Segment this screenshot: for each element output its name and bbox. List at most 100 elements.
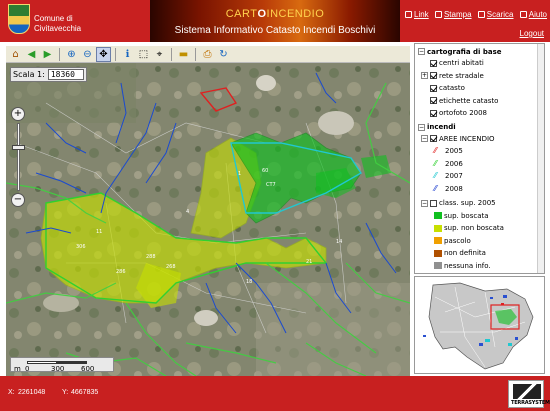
layer-panel: − cartografia di base centri abitati + r… bbox=[414, 43, 545, 274]
toolbar-divider bbox=[115, 47, 116, 61]
layer-item[interactable]: + rete stradale bbox=[418, 70, 535, 83]
home-icon[interactable]: ⌂ bbox=[8, 47, 23, 62]
collapse-icon[interactable]: − bbox=[421, 199, 428, 207]
orthophoto-map: 1 60 CT7 11 288 4 306 21 14 286 268 18 bbox=[6, 63, 410, 376]
collapse-icon[interactable]: − bbox=[421, 135, 428, 143]
link-link[interactable]: Link bbox=[405, 10, 429, 19]
svg-text:306: 306 bbox=[76, 244, 86, 250]
comune-crest-icon bbox=[8, 4, 30, 34]
legend-item-nessuna-info: nessuna info. bbox=[418, 260, 535, 273]
layer-checkbox[interactable] bbox=[430, 109, 437, 117]
layer-checkbox[interactable] bbox=[430, 84, 437, 92]
toolbar-divider bbox=[59, 47, 60, 61]
comune-name-line2: Civitavecchia bbox=[34, 24, 82, 33]
toolbar-divider bbox=[195, 47, 196, 61]
help-link[interactable]: Aiuto bbox=[519, 10, 547, 19]
zoom-minus-button[interactable]: − bbox=[11, 193, 25, 207]
brand-logo: CARTOINCENDIO bbox=[225, 8, 325, 20]
line-symbol-icon: ⁄⁄ bbox=[434, 171, 437, 181]
overview-map-image bbox=[415, 277, 544, 373]
color-swatch bbox=[434, 249, 442, 257]
expand-icon[interactable]: + bbox=[421, 72, 428, 80]
header-banner: CARTOINCENDIO Sistema Informativo Catast… bbox=[150, 0, 400, 42]
layer-group-incendi[interactable]: − incendi bbox=[418, 122, 535, 133]
download-icon bbox=[477, 11, 485, 18]
layer-group-base[interactable]: − cartografia di base bbox=[418, 46, 535, 57]
terrasystem-mark-icon bbox=[513, 384, 541, 399]
measure-icon[interactable]: ⌖ bbox=[152, 47, 167, 62]
print-icon bbox=[434, 11, 442, 18]
logout-link[interactable]: Logout bbox=[520, 29, 544, 38]
help-icon bbox=[519, 11, 527, 18]
layer-item[interactable]: − class. sup. 2005 bbox=[418, 197, 535, 210]
layer-checkbox[interactable] bbox=[430, 135, 437, 143]
layer-checkbox[interactable] bbox=[430, 59, 437, 67]
refresh-icon[interactable]: ↻ bbox=[216, 47, 231, 62]
ruler-icon[interactable]: ▬ bbox=[176, 47, 191, 62]
map-scalebar: m 0 300 600 bbox=[10, 357, 114, 373]
zoom-in-icon[interactable]: ⊕ bbox=[64, 47, 79, 62]
header-links: Link Stampa Scarica Aiuto bbox=[405, 10, 547, 19]
panel-scrollbar[interactable] bbox=[537, 44, 544, 273]
legend-item-2007: ⁄⁄ 2007 bbox=[434, 171, 463, 181]
map-canvas[interactable]: 1 60 CT7 11 288 4 306 21 14 286 268 18 Scala 1: … bbox=[6, 63, 410, 376]
print-map-icon[interactable]: ⎙ bbox=[200, 47, 215, 62]
svg-text:60: 60 bbox=[262, 168, 268, 174]
y-coordinate-value: 4667835 bbox=[71, 389, 99, 396]
zoom-slider: + − bbox=[11, 107, 25, 207]
svg-text:CT7: CT7 bbox=[266, 182, 276, 188]
select-icon[interactable]: ⬚ bbox=[136, 47, 151, 62]
svg-text:18: 18 bbox=[246, 279, 252, 285]
scalebar-segment bbox=[27, 361, 57, 364]
line-symbol-icon: ⁄⁄ bbox=[434, 183, 437, 193]
svg-text:1: 1 bbox=[238, 171, 241, 177]
zoom-out-icon[interactable]: ⊖ bbox=[80, 47, 95, 62]
scalebar-label-600: 600 bbox=[81, 365, 95, 373]
forward-arrow-icon[interactable]: ▶ bbox=[40, 47, 55, 62]
layer-checkbox[interactable] bbox=[430, 72, 437, 80]
layer-item[interactable]: etichette catasto bbox=[418, 95, 535, 108]
scalebar-unit: m bbox=[14, 365, 21, 373]
x-coordinate-label: X: bbox=[8, 389, 15, 396]
download-link[interactable]: Scarica bbox=[477, 10, 513, 19]
print-link[interactable]: Stampa bbox=[434, 10, 472, 19]
overview-map[interactable] bbox=[414, 276, 545, 374]
app-header: Comune di Civitavecchia CARTOINCENDIO Si… bbox=[0, 0, 550, 42]
back-arrow-icon[interactable]: ◀ bbox=[24, 47, 39, 62]
layer-item[interactable]: − AREE INCENDIO bbox=[418, 133, 535, 146]
legend-item-non-definita: non definita bbox=[418, 247, 535, 260]
layer-checkbox[interactable] bbox=[430, 199, 437, 207]
scalebar-segment bbox=[57, 361, 87, 364]
legend-item-non-boscata: sup. non boscata bbox=[418, 222, 535, 235]
toolbar-divider bbox=[171, 47, 172, 61]
legend-item-pascolo: pascolo bbox=[418, 235, 535, 248]
link-icon bbox=[405, 11, 412, 18]
line-symbol-icon: ⁄⁄ bbox=[434, 146, 437, 156]
layer-item[interactable]: catasto bbox=[418, 82, 535, 95]
legend-item-boscata: sup. boscata bbox=[418, 210, 535, 223]
layer-item[interactable]: centri abitati bbox=[418, 57, 535, 70]
legend-item-2006: ⁄⁄ 2006 bbox=[434, 158, 463, 168]
y-coordinate-label: Y: bbox=[62, 389, 69, 396]
zoom-track[interactable] bbox=[17, 123, 20, 191]
layer-checkbox[interactable] bbox=[430, 97, 437, 105]
scale-input[interactable]: 18360 bbox=[47, 69, 84, 80]
collapse-icon[interactable]: − bbox=[418, 48, 425, 55]
legend-item-2005: ⁄⁄ 2005 bbox=[434, 146, 463, 156]
svg-text:268: 268 bbox=[166, 264, 176, 270]
zoom-plus-button[interactable]: + bbox=[11, 107, 25, 121]
layer-item[interactable]: ortofoto 2008 bbox=[418, 107, 535, 120]
zoom-slider-knob[interactable] bbox=[12, 145, 25, 150]
color-swatch bbox=[434, 212, 442, 220]
svg-text:288: 288 bbox=[146, 254, 156, 260]
svg-text:14: 14 bbox=[336, 239, 342, 245]
color-swatch bbox=[434, 224, 442, 232]
map-toolbar: ⌂ ◀ ▶ ⊕ ⊖ ✥ ℹ ⬚ ⌖ ▬ ⎙ ↻ bbox=[6, 46, 410, 63]
color-swatch bbox=[434, 237, 442, 245]
info-icon[interactable]: ℹ bbox=[120, 47, 135, 62]
collapse-icon[interactable]: − bbox=[418, 123, 425, 131]
pan-icon[interactable]: ✥ bbox=[96, 46, 111, 62]
app-title: Sistema Informativo Catasto Incendi Bosc… bbox=[174, 25, 376, 36]
comune-logo-block: Comune di Civitavecchia bbox=[8, 4, 148, 38]
color-swatch bbox=[434, 262, 442, 270]
